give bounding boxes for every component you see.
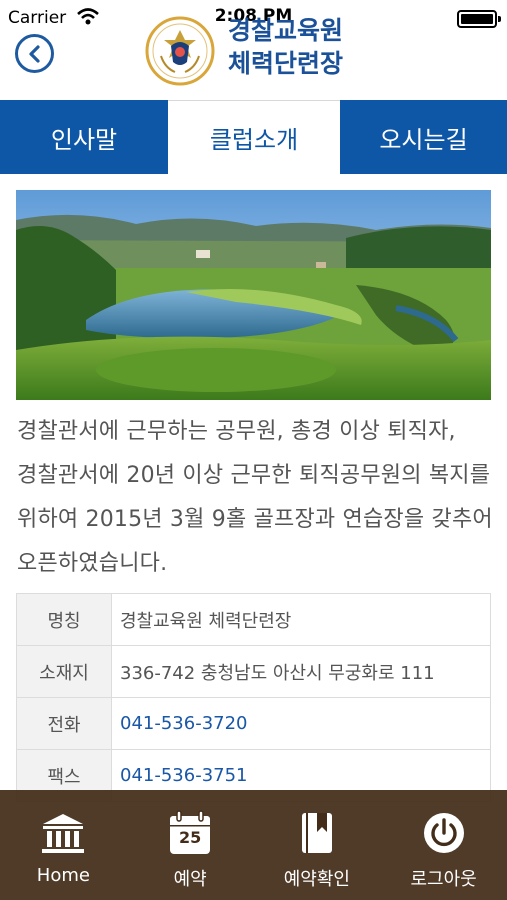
tab-greeting[interactable]: 인사말 (0, 100, 168, 174)
nav-logout[interactable]: 로그아웃 (380, 790, 507, 900)
bottom-nav: Home 25 예약 예약확인 로그아웃 (0, 790, 507, 900)
police-emblem-logo (145, 16, 215, 86)
club-intro-text: 경찰관서에 근무하는 공무원, 총경 이상 퇴직자, 경찰관서에 20년 이상 … (17, 419, 493, 576)
tab-directions[interactable]: 오시는길 (340, 100, 507, 174)
app-title-line1: 경찰교육원 (228, 16, 344, 45)
bookmark-book-icon (301, 813, 332, 853)
table-row: 전화 041-536-3720 (16, 697, 491, 750)
app-header: 경찰교육원 체력단련장 (0, 0, 507, 100)
nav-home[interactable]: Home (0, 790, 127, 900)
table-row: 소재지 336-742 충청남도 아산시 무궁화로 111 (16, 645, 491, 698)
phone-link[interactable]: 041-536-3720 (111, 697, 491, 750)
tab-bar: 인사말 클럽소개 오시는길 (0, 100, 507, 174)
power-icon (423, 813, 464, 853)
bank-icon (42, 814, 85, 853)
info-value-name: 경찰교육원 체력단련장 (111, 593, 491, 646)
nav-reservation[interactable]: 25 예약 (127, 790, 254, 900)
info-value-address: 336-742 충청남도 아산시 무궁화로 111 (111, 645, 491, 698)
nav-reservation-check[interactable]: 예약확인 (254, 790, 381, 900)
tab-club-intro[interactable]: 클럽소개 (168, 100, 340, 174)
app-title: 경찰교육원 체력단련장 (228, 14, 343, 80)
nav-logout-label: 로그아웃 (410, 869, 477, 890)
nav-home-label: Home (36, 865, 90, 886)
back-button[interactable] (15, 34, 54, 73)
calendar-day: 25 (178, 828, 202, 847)
info-key-name: 명칭 (16, 593, 112, 646)
nav-reservation-label: 예약 (173, 869, 207, 890)
app-title-line2: 체력단련장 (228, 49, 344, 78)
chevron-left-icon (28, 44, 40, 63)
nav-reservation-check-label: 예약확인 (283, 869, 350, 890)
info-key-phone: 전화 (16, 697, 112, 750)
calendar-icon: 25 (166, 810, 214, 856)
golf-course-photo (16, 190, 491, 400)
table-row: 명칭 경찰교육원 체력단련장 (16, 593, 491, 646)
club-info-table: 명칭 경찰교육원 체력단련장 소재지 336-742 충청남도 아산시 무궁화로… (16, 593, 491, 802)
info-key-address: 소재지 (16, 645, 112, 698)
